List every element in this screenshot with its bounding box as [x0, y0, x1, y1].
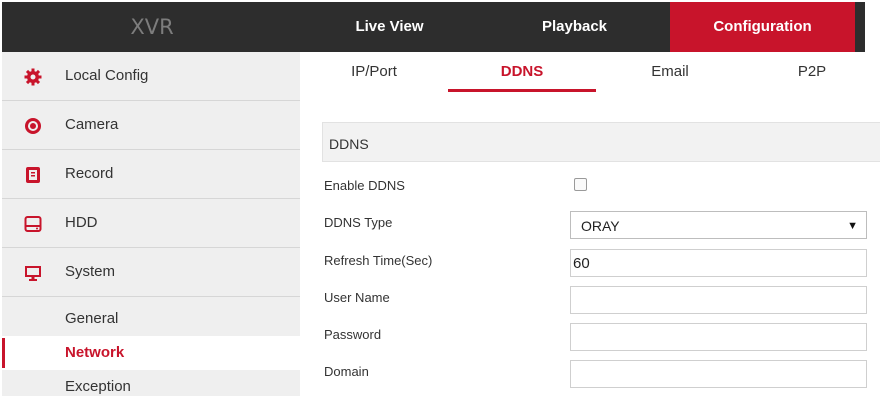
hdd-icon: [24, 215, 42, 233]
ddns-type-select[interactable]: ORAY ▼: [570, 211, 867, 239]
user-name-label: User Name: [324, 290, 390, 305]
top-nav-background: XVR Live View Playback Configuration: [2, 2, 865, 52]
password-label: Password: [324, 327, 382, 342]
user-name-input[interactable]: [570, 286, 867, 314]
password-input[interactable]: [570, 323, 867, 351]
domain-label: Domain: [324, 364, 369, 379]
sidebar-item-hdd[interactable]: HDD: [2, 199, 300, 248]
enable-ddns-checkbox[interactable]: [574, 178, 587, 191]
sidebar-item-system[interactable]: System: [2, 248, 300, 297]
app-logo: XVR: [130, 15, 174, 39]
top-nav-bar: XVR Live View Playback Configuration: [0, 0, 880, 53]
camera-icon: [24, 117, 42, 135]
sidebar-item-record[interactable]: Record: [2, 150, 300, 199]
sidebar-item-label: Record: [65, 165, 114, 182]
refresh-time-input[interactable]: 60: [570, 249, 867, 277]
active-tab-indicator: [448, 89, 596, 92]
dropdown-arrow-icon: ▼: [847, 220, 858, 232]
sidebar-item-camera[interactable]: Camera: [2, 101, 300, 150]
gear-icon: [24, 68, 42, 86]
sidebar-subitem-label: General: [65, 310, 119, 327]
tab-p2p[interactable]: P2P: [744, 52, 880, 92]
monitor-icon: [24, 264, 42, 282]
sidebar-subitem-label: Network: [65, 344, 125, 361]
sidebar-item-label: HDD: [65, 214, 98, 231]
tab-ddns[interactable]: DDNS: [448, 52, 596, 92]
tab-email[interactable]: Email: [596, 52, 744, 92]
enable-ddns-label: Enable DDNS: [324, 178, 405, 193]
nav-live-view[interactable]: Live View: [302, 2, 477, 52]
sidebar: Local Config Camera Record HDD System Ge…: [2, 52, 300, 396]
ddns-type-value: ORAY: [581, 218, 620, 234]
sidebar-item-local-config[interactable]: Local Config: [2, 52, 300, 101]
sidebar-subitem-label: Exception: [65, 378, 131, 395]
domain-input[interactable]: [570, 360, 867, 388]
sidebar-subitem-network[interactable]: Network: [2, 336, 300, 370]
nav-playback[interactable]: Playback: [477, 2, 672, 52]
sidebar-subitem-exception[interactable]: Exception: [2, 370, 300, 396]
record-icon: [24, 166, 42, 184]
sidebar-subitem-general[interactable]: General: [2, 302, 300, 336]
sidebar-item-label: Local Config: [65, 67, 149, 84]
sidebar-item-label: Camera: [65, 116, 119, 133]
tab-ip-port[interactable]: IP/Port: [300, 52, 448, 92]
ddns-type-label: DDNS Type: [324, 215, 393, 230]
sidebar-item-label: System: [65, 263, 116, 280]
refresh-time-label: Refresh Time(Sec): [324, 253, 433, 268]
nav-configuration[interactable]: Configuration: [670, 2, 855, 52]
section-header: DDNS: [322, 122, 880, 162]
